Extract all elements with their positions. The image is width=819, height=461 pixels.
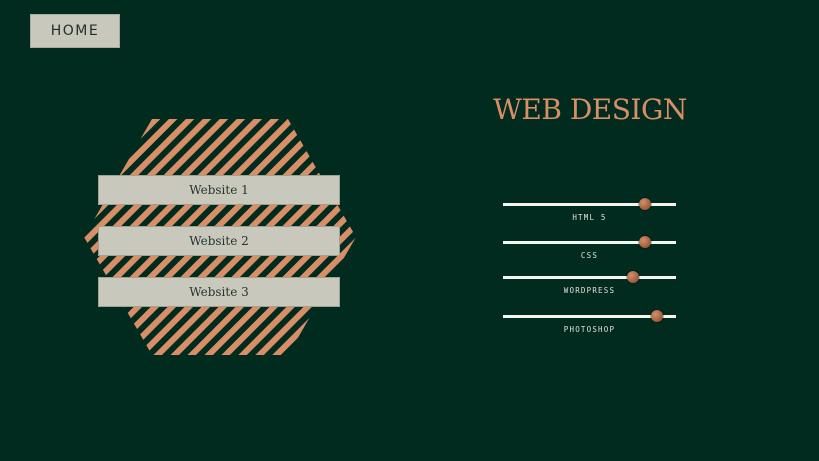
skill-label-wordpress: WORDPRESS	[563, 286, 616, 295]
skill-label-css: CSS	[580, 251, 599, 260]
slider-knob[interactable]	[638, 198, 651, 210]
skill-slider-css[interactable]	[503, 236, 676, 248]
skill-label-html5: HTML 5	[572, 213, 607, 222]
website-2-button[interactable]: Website 2	[98, 226, 340, 256]
slider-knob[interactable]	[650, 310, 663, 322]
skill-slider-photoshop[interactable]	[503, 310, 676, 322]
skill-label-photoshop: PHOTOSHOP	[563, 325, 616, 334]
skill-slider-wordpress[interactable]	[503, 271, 676, 283]
slider-knob[interactable]	[626, 271, 639, 283]
website-3-button[interactable]: Website 3	[98, 277, 340, 307]
home-button[interactable]: HOME	[30, 14, 120, 48]
slider-knob[interactable]	[638, 236, 651, 248]
skill-slider-html5[interactable]	[503, 198, 676, 210]
website-1-button[interactable]: Website 1	[98, 175, 340, 205]
section-title: WEB DESIGN	[493, 93, 687, 126]
